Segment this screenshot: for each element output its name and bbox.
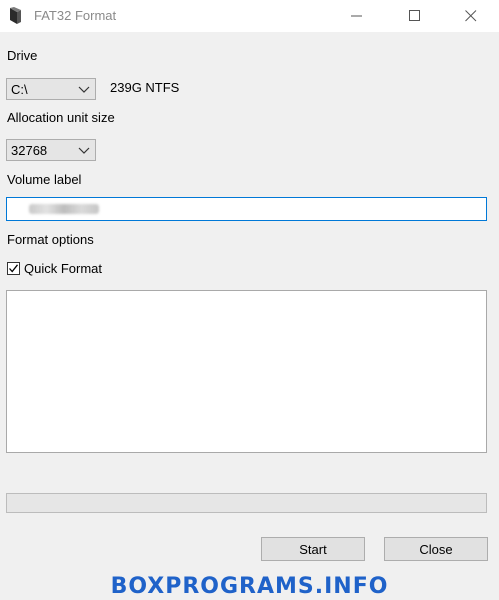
window-title: FAT32 Format <box>34 8 117 23</box>
allocation-unit-size-select[interactable]: 32768 <box>6 139 96 161</box>
volume-label-label: Volume label <box>7 172 82 187</box>
close-window-button[interactable] <box>448 0 494 32</box>
volume-label-input[interactable] <box>6 197 487 221</box>
maximize-icon <box>409 10 420 21</box>
minimize-icon <box>351 15 362 17</box>
fat32-format-icon <box>8 7 24 25</box>
quick-format-label[interactable]: Quick Format <box>24 261 102 276</box>
close-icon <box>465 10 477 22</box>
chevron-down-icon <box>78 147 90 154</box>
drive-label: Drive <box>7 48 38 63</box>
checkmark-icon <box>9 264 19 273</box>
drive-selected-value: C:\ <box>11 82 28 97</box>
watermark-text: BOXPROGRAMS.INFO <box>110 574 389 599</box>
format-options-label: Format options <box>7 232 94 247</box>
drive-select[interactable]: C:\ <box>6 78 96 100</box>
redacted-text <box>29 204 99 214</box>
allocation-selected-value: 32768 <box>11 143 48 158</box>
allocation-unit-size-label: Allocation unit size <box>7 110 115 125</box>
format-progress-bar <box>6 493 487 513</box>
title-bar[interactable]: FAT32 Format <box>0 0 499 32</box>
quick-format-checkbox[interactable] <box>7 262 20 275</box>
start-button[interactable]: Start <box>261 537 365 561</box>
drive-info: 239G NTFS <box>110 80 180 95</box>
minimize-button[interactable] <box>334 0 380 32</box>
close-button[interactable]: Close <box>384 537 488 561</box>
status-log-area[interactable] <box>6 290 487 453</box>
chevron-down-icon <box>78 86 90 93</box>
maximize-button[interactable] <box>392 0 438 32</box>
